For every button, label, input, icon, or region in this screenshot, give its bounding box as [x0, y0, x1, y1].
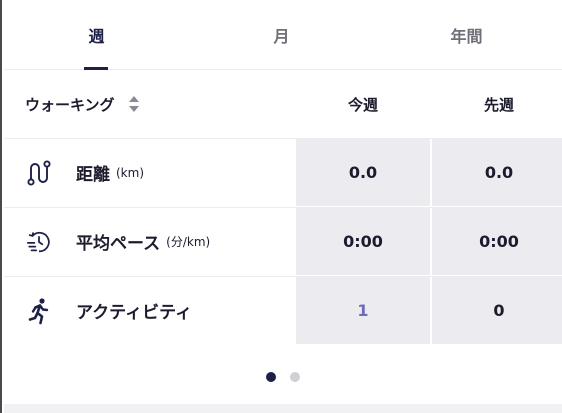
metric-name: アクティビティ [76, 303, 193, 323]
clock-pace-icon [26, 227, 52, 257]
period-tabs: 週 月 年間 [4, 0, 562, 70]
table-row-activities: アクティビティ 1 0 [4, 276, 562, 344]
tab-week[interactable]: 週 [4, 0, 189, 70]
tab-week-label: 週 [88, 27, 105, 46]
value-this-week: 0.0 [296, 139, 430, 206]
metric-label-pace: 平均ペース (分/km) [4, 208, 294, 275]
sport-selector[interactable]: ウォーキング [25, 70, 139, 138]
value-this-week: 0:00 [296, 208, 430, 275]
metric-label-activities: アクティビティ [4, 277, 294, 344]
metric-unit: (分/km) [166, 235, 211, 249]
table-row-pace: 平均ペース (分/km) 0:00 0:00 [4, 207, 562, 275]
value-last-week: 0 [432, 277, 562, 344]
metric-unit: (km) [116, 165, 145, 180]
table-row-distance: 距離 (km) 0.0 0.0 [4, 138, 562, 206]
tab-month[interactable]: 月 [189, 0, 374, 70]
page-dot-1[interactable] [266, 372, 276, 382]
metric-label-distance: 距離 (km) [4, 139, 294, 206]
column-header-last-week: 先週 [483, 95, 514, 114]
value-last-week: 0:00 [432, 208, 562, 275]
bottom-divider [4, 404, 562, 413]
tab-year-label: 年間 [450, 27, 483, 46]
stats-panel: 週 月 年間 ウォーキング 今週 先週 距離 (km) 0.0 0.0 平均ペー… [0, 0, 562, 413]
table-header: ウォーキング 今週 先週 [4, 70, 562, 138]
metric-name: 距離 [76, 165, 110, 185]
value-this-week-link[interactable]: 1 [296, 277, 430, 344]
value-last-week: 0.0 [432, 139, 562, 206]
sport-selector-label: ウォーキング [25, 95, 115, 114]
page-indicator [2, 372, 562, 386]
tab-month-label: 月 [273, 27, 290, 46]
route-icon [26, 158, 52, 188]
metric-name: 平均ペース [76, 234, 161, 254]
tab-year[interactable]: 年間 [374, 0, 559, 70]
sort-icon [128, 95, 139, 113]
page-dot-2[interactable] [290, 372, 300, 382]
column-header-this-week: 今週 [347, 95, 378, 114]
running-person-icon [26, 296, 52, 326]
